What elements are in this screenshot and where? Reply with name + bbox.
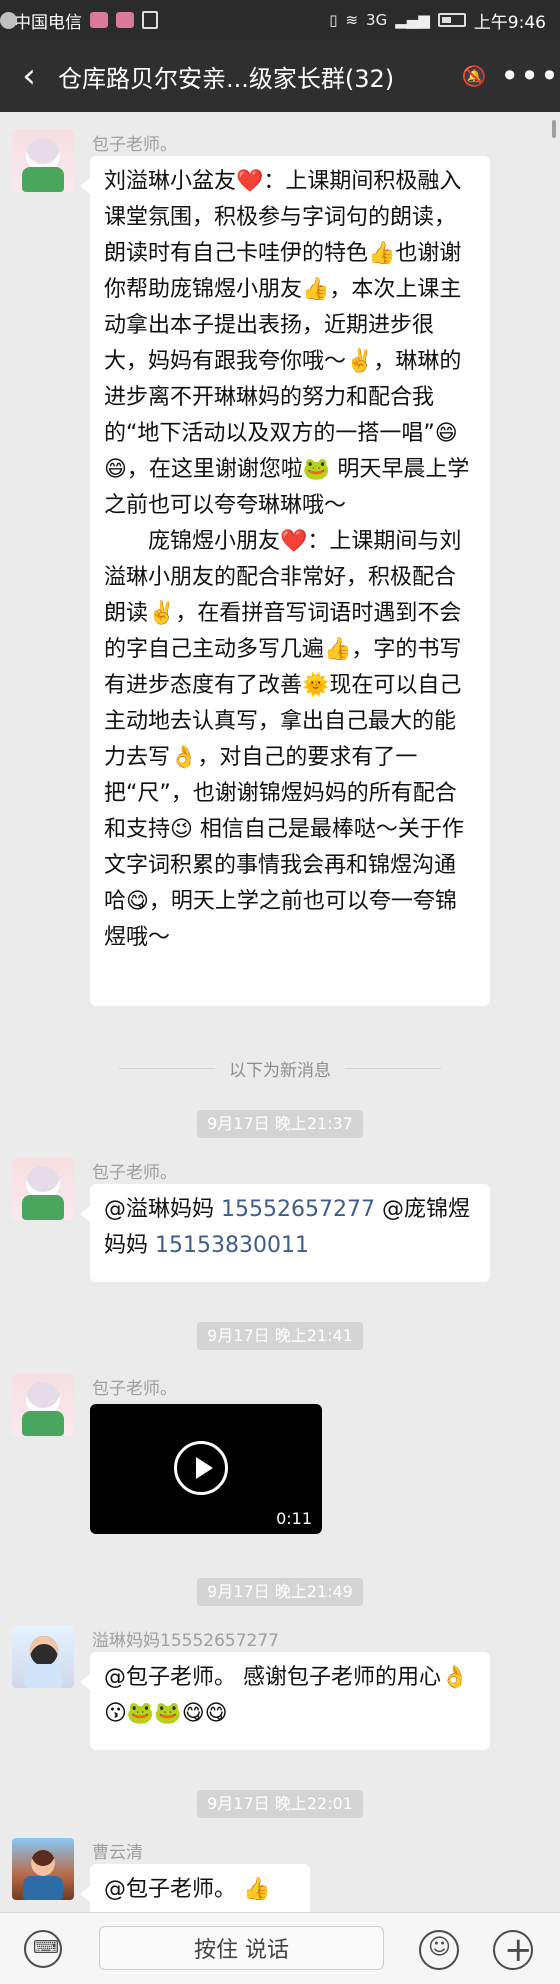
input-bar: 按住 说话 xyxy=(0,1912,560,1984)
timestamp-row-1: 9月17日 晚上21:37 xyxy=(0,1110,560,1138)
new-messages-divider: 以下为新消息 xyxy=(0,1056,560,1081)
music-app-icon xyxy=(90,12,108,28)
message-paragraph-2: 庞锦煜小朋友❤️：上课期间与刘溢琳小朋友的配合非常好，积极配合朗读✌️，在看拼音… xyxy=(104,529,464,950)
back-arrow-icon[interactable]: ‹ xyxy=(0,40,58,112)
chat-title: 仓库路贝尔安亲...级家长群(32) xyxy=(58,64,395,93)
user-avatar[interactable] xyxy=(12,1626,74,1688)
status-time: 上午9:46 xyxy=(473,12,546,33)
phone-number-2[interactable]: 15153830011 xyxy=(155,1233,309,1258)
phone-number-1[interactable]: 15552657277 xyxy=(221,1197,375,1222)
upload-icon xyxy=(142,11,158,29)
new-messages-label: 以下为新消息 xyxy=(229,1061,331,1081)
signal-icon: ▂▄▆ xyxy=(395,11,430,29)
user-avatar[interactable] xyxy=(12,1838,74,1900)
emoji-icon[interactable] xyxy=(419,1930,459,1970)
shopping-app-icon xyxy=(116,12,134,28)
message-app-icon xyxy=(0,11,17,29)
timestamp-pill: 9月17日 晚上22:01 xyxy=(197,1790,363,1818)
video-message[interactable]: 0:11 xyxy=(90,1404,322,1534)
thank-you-bubble[interactable]: @包子老师。 感谢包子老师的用心👌😗🐸🐸😋😋 xyxy=(80,1652,490,1750)
network-mini-label: 3G xyxy=(366,11,388,29)
timestamp-row-4: 9月17日 晚上22:01 xyxy=(0,1790,560,1818)
timestamp-pill: 9月17日 晚上21:37 xyxy=(197,1110,363,1138)
status-left: 中国电信 xyxy=(0,8,158,33)
timestamp-pill: 9月17日 晚上21:41 xyxy=(197,1322,363,1350)
teacher-avatar[interactable] xyxy=(12,1374,74,1436)
sender-name: 曹云清 xyxy=(92,1843,143,1863)
chat-area[interactable]: 包子老师。 刘溢琳小盆友❤️：上课期间积极融入课堂氛围，积极参与字词句的朗读，朗… xyxy=(0,112,560,1912)
timestamp-pill: 9月17日 晚上21:49 xyxy=(197,1578,363,1606)
plus-icon[interactable] xyxy=(493,1930,533,1970)
teacher-avatar[interactable] xyxy=(12,1158,74,1220)
mention-bubble[interactable]: @溢琳妈妈 15552657277 @庞锦煜妈妈 15153830011 xyxy=(80,1184,490,1282)
wifi-icon: ≋ xyxy=(345,11,359,29)
teacher-avatar[interactable] xyxy=(12,130,74,192)
status-right: ▯ ≋ 3G ▂▄▆ 上午9:46 xyxy=(329,8,546,33)
sender-name: 包子老师。 xyxy=(92,1163,177,1183)
sender-name: 溢琳妈妈15552657277 xyxy=(92,1631,279,1651)
status-bar: 中国电信 ▯ ≋ 3G ▂▄▆ 上午9:46 xyxy=(0,0,560,40)
long-message-bubble[interactable]: 刘溢琳小盆友❤️：上课期间积极融入课堂氛围，积极参与字词句的朗读，朗读时有自己卡… xyxy=(80,156,490,1006)
divider-line-left xyxy=(119,1068,215,1069)
video-duration: 0:11 xyxy=(276,1509,312,1528)
timestamp-row-2: 9月17日 晚上21:41 xyxy=(0,1322,560,1350)
message-text: @包子老师。 感谢包子老师的用心👌😗🐸🐸😋😋 xyxy=(104,1665,469,1726)
vibrate-icon: ▯ xyxy=(329,11,338,29)
battery-icon xyxy=(437,13,466,27)
message-paragraph-1: 刘溢琳小盆友❤️：上课期间积极融入课堂氛围，积极参与字词句的朗读，朗读时有自己卡… xyxy=(104,169,470,518)
chat-header: ‹ 仓库路贝尔安亲...级家长群(32) 🔕 ••• xyxy=(0,40,560,112)
play-icon[interactable] xyxy=(174,1441,228,1495)
carrier-name: 中国电信 xyxy=(14,12,82,33)
sender-name: 包子老师。 xyxy=(92,1379,177,1399)
divider-line-right xyxy=(345,1068,441,1069)
hold-to-talk-button[interactable]: 按住 说话 xyxy=(99,1926,384,1970)
short-message-bubble[interactable]: @包子老师。 👍 xyxy=(80,1864,310,1912)
scrollbar[interactable] xyxy=(552,120,556,138)
more-options-icon[interactable]: ••• xyxy=(500,40,560,112)
timestamp-row-3: 9月17日 晚上21:49 xyxy=(0,1578,560,1606)
mute-icon[interactable]: 🔕 xyxy=(448,40,500,112)
mention-text-1: @溢琳妈妈 xyxy=(104,1197,221,1222)
message-text: @包子老师。 👍 xyxy=(104,1877,271,1902)
keyboard-icon[interactable] xyxy=(24,1930,62,1968)
sender-name: 包子老师。 xyxy=(92,135,177,155)
